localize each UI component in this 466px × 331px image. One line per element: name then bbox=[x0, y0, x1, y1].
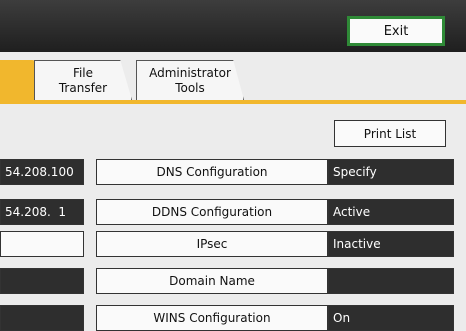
tab-underline bbox=[0, 100, 466, 104]
wins-configuration-value: On bbox=[328, 305, 454, 331]
wins-configuration-button[interactable]: WINS Configuration bbox=[96, 305, 328, 331]
settings-row: 54.208. 1 DDNS Configuration Active bbox=[0, 199, 466, 225]
exit-button[interactable]: Exit bbox=[347, 16, 445, 46]
domain-name-value bbox=[328, 268, 454, 294]
tab-active-partial[interactable] bbox=[0, 60, 36, 102]
settings-row: 54.208.100 DNS Configuration Specify bbox=[0, 159, 466, 185]
left-value-cell bbox=[0, 305, 84, 331]
ipsec-button[interactable]: IPsec bbox=[96, 231, 328, 257]
domain-name-button[interactable]: Domain Name bbox=[96, 268, 328, 294]
ip-value-cell: 54.208. 1 bbox=[0, 199, 84, 225]
tab-file-transfer-label: File Transfer bbox=[58, 65, 108, 95]
ip-value-cell: 54.208.100 bbox=[0, 159, 84, 185]
ipsec-value: Inactive bbox=[328, 231, 454, 257]
dns-configuration-button[interactable]: DNS Configuration bbox=[96, 159, 328, 185]
left-value-cell bbox=[0, 268, 84, 294]
ddns-configuration-button[interactable]: DDNS Configuration bbox=[96, 199, 328, 225]
settings-row: WINS Configuration On bbox=[0, 305, 466, 331]
left-field-button[interactable] bbox=[0, 231, 84, 257]
ddns-configuration-value: Active bbox=[328, 199, 454, 225]
settings-row: IPsec Inactive bbox=[0, 231, 466, 257]
tab-administrator-tools[interactable]: Administrator Tools bbox=[136, 60, 244, 100]
settings-row: Domain Name bbox=[0, 268, 466, 294]
tab-administrator-tools-label: Administrator Tools bbox=[149, 65, 231, 95]
tab-file-transfer[interactable]: File Transfer bbox=[34, 60, 132, 100]
print-list-button[interactable]: Print List bbox=[334, 120, 446, 147]
dns-configuration-value: Specify bbox=[328, 159, 454, 185]
